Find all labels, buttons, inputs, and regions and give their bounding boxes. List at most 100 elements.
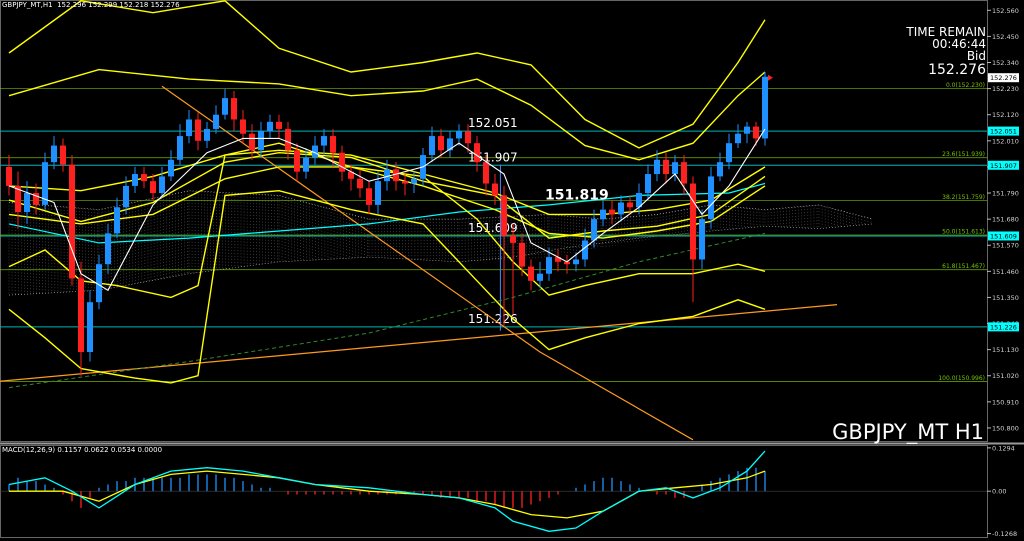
candle-body-bull bbox=[411, 178, 417, 184]
ma-green-dashed-line bbox=[8, 232, 766, 389]
level-price-tag-text: 151.226 bbox=[990, 323, 1017, 331]
candle-body-bear bbox=[690, 183, 696, 260]
fib-level-label: 100.0(150.996) bbox=[938, 375, 985, 382]
symbol-caption: GBPJPY_MT H1 bbox=[832, 420, 984, 444]
candle-body-bear bbox=[78, 278, 84, 353]
candle-body-bull bbox=[744, 126, 750, 134]
candle-body-bull bbox=[582, 240, 588, 260]
macd-header: MACD(12,26,9) 0.1157 0.0622 0.0534 0.000… bbox=[2, 446, 163, 454]
trendline-rising bbox=[0, 304, 838, 382]
candle-body-bear bbox=[330, 136, 336, 153]
candle-body-bull bbox=[456, 131, 462, 139]
macd-axis-label: -0.1268 bbox=[992, 530, 1017, 538]
ohlc-values: 152.296 152.299 152.218 152.276 bbox=[57, 1, 180, 9]
level-price-tag-text: 151.907 bbox=[990, 162, 1017, 170]
price-axis-label: 152.560 bbox=[992, 7, 1019, 15]
symbol-header: GBPJPY_MT,H1 152.296 152.299 152.218 152… bbox=[2, 1, 180, 9]
candle-body-bear bbox=[663, 159, 669, 175]
candle-body-bear bbox=[753, 126, 759, 139]
candle-body-bear bbox=[150, 181, 156, 194]
candle-body-bull bbox=[645, 174, 651, 194]
band-line-envelope-upper-inner bbox=[8, 68, 766, 161]
candle-body-bull bbox=[384, 169, 390, 182]
candle-body-bull bbox=[708, 176, 714, 220]
candle-body-bull bbox=[591, 219, 597, 241]
candle-body-bear bbox=[483, 162, 489, 184]
price-axis-label: 151.350 bbox=[992, 294, 1019, 302]
price-axis-label: 151.790 bbox=[992, 190, 1019, 198]
candle-body-bear bbox=[357, 178, 363, 189]
price-axis-label: 152.230 bbox=[992, 85, 1019, 93]
candle-body-bear bbox=[465, 131, 471, 144]
candle-body-bear bbox=[249, 133, 255, 151]
candle-body-bear bbox=[609, 209, 615, 215]
candle-body-bear bbox=[492, 183, 498, 196]
candle-body-bear bbox=[519, 242, 525, 267]
candle-body-bull bbox=[267, 121, 273, 132]
level-price-tag-text: 152.051 bbox=[990, 128, 1017, 136]
candle-body-bear bbox=[276, 121, 282, 129]
candle-body-bull bbox=[159, 176, 165, 194]
macd-axis-label: 0.00 bbox=[992, 488, 1006, 496]
level-label: 152.051 bbox=[468, 116, 518, 130]
price-axis-label: 152.010 bbox=[992, 137, 1019, 145]
price-axis-label: 151.570 bbox=[992, 242, 1019, 250]
candle-body-bull bbox=[600, 209, 606, 220]
candle-body-bull bbox=[321, 136, 327, 146]
candle-body-bear bbox=[474, 143, 480, 163]
candle-body-bear bbox=[438, 136, 444, 151]
candle-body-bear bbox=[528, 266, 534, 281]
candle-body-bull bbox=[672, 162, 678, 175]
candle-body-bull bbox=[213, 114, 219, 129]
macd-axis-label: 0.1294 bbox=[992, 444, 1015, 452]
candle-body-bull bbox=[132, 174, 138, 186]
candle-body-bear bbox=[501, 195, 507, 236]
candle-body-bear bbox=[6, 166, 12, 186]
candle-body-bull bbox=[168, 159, 174, 177]
price-axis-label: 152.340 bbox=[992, 59, 1019, 67]
candle-body-bull bbox=[699, 219, 705, 260]
bid-label: Bid bbox=[966, 49, 986, 63]
fib-level-label: 50.0(151.613) bbox=[942, 229, 985, 236]
candle-body-bull bbox=[114, 207, 120, 234]
candle-body-bear bbox=[627, 202, 633, 208]
candle-body-bull bbox=[87, 302, 93, 353]
candle-body-bear bbox=[141, 174, 147, 182]
candle-body-bull bbox=[429, 136, 435, 156]
price-axis-label: 150.800 bbox=[992, 424, 1019, 432]
candle-body-bull bbox=[204, 128, 210, 141]
fib-level-label: 38.2(151.759) bbox=[942, 194, 985, 201]
price-axis-label: 151.020 bbox=[992, 372, 1019, 380]
symbol-name: GBPJPY_MT,H1 bbox=[2, 1, 53, 9]
candle-body-bull bbox=[735, 133, 741, 144]
candle-body-bull bbox=[222, 98, 228, 115]
bid-value: 152.276 bbox=[928, 62, 986, 78]
candle-body-bull bbox=[537, 273, 543, 281]
time-remain-block: TIME REMAIN 00:46:44 Bid 152.276 bbox=[906, 26, 986, 78]
level-label: 151.609 bbox=[468, 221, 518, 235]
macd-frame bbox=[0, 445, 988, 538]
candle-body-bear bbox=[402, 181, 408, 184]
price-axis-label: 152.120 bbox=[992, 111, 1019, 119]
candle-body-bear bbox=[366, 188, 372, 205]
candle-body-bull bbox=[186, 119, 192, 137]
candle-body-bear bbox=[681, 162, 687, 184]
candle-body-bull bbox=[717, 162, 723, 177]
candle-body-bull bbox=[726, 143, 732, 163]
candle-body-bear bbox=[510, 235, 516, 243]
price-axis-label: 150.910 bbox=[992, 398, 1019, 406]
candle-body-bear bbox=[60, 145, 66, 165]
candle-body-bull bbox=[123, 185, 129, 208]
current-price-tag-text: 152.276 bbox=[990, 74, 1017, 82]
level-price-tag-text: 151.609 bbox=[990, 232, 1017, 240]
candle-body-bull bbox=[654, 159, 660, 175]
candle-body-bull bbox=[303, 157, 309, 172]
candle-body-bear bbox=[240, 119, 246, 134]
candle-body-bear bbox=[294, 150, 300, 172]
candle-body-bear bbox=[339, 152, 345, 172]
candle-body-bull bbox=[618, 202, 624, 215]
price-axis-label: 151.130 bbox=[992, 346, 1019, 354]
price-axis-label: 151.460 bbox=[992, 268, 1019, 276]
candle-body-bull bbox=[51, 145, 57, 163]
band-line-envelope-upper-outer bbox=[8, 0, 766, 149]
